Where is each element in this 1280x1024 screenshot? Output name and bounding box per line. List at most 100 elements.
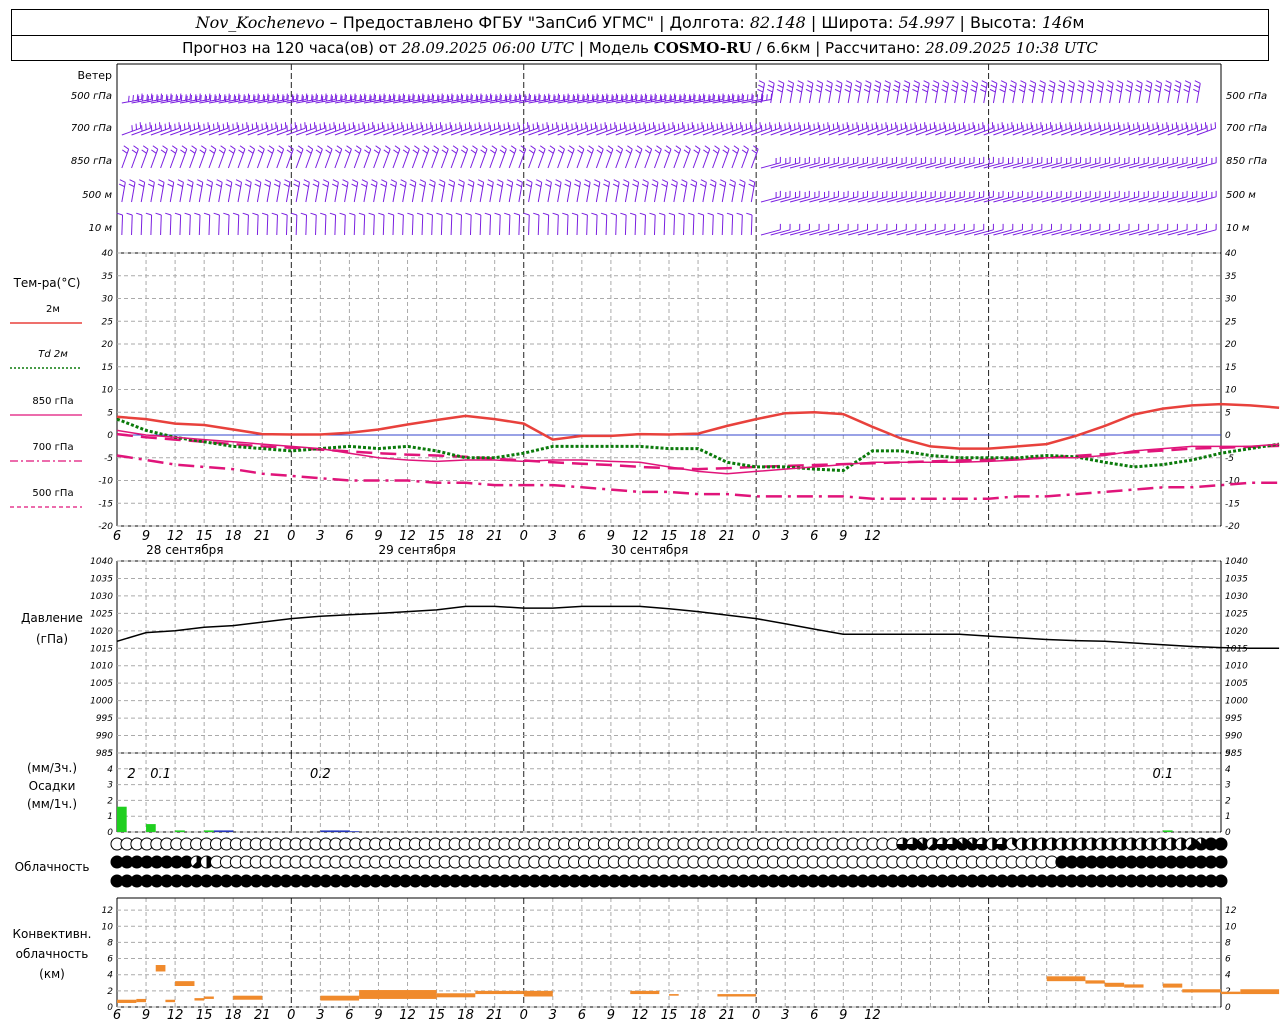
- wind-barb-feather: [150, 93, 153, 100]
- wind-barb: [789, 162, 810, 169]
- wind-barb-feather: [836, 80, 843, 84]
- wind-barb: [1070, 196, 1091, 203]
- time-tick-label: 9: [374, 529, 382, 544]
- wind-barb-feather: [611, 94, 613, 101]
- wind-barb-feather: [720, 179, 726, 183]
- wind-barb-feather: [452, 145, 459, 150]
- wind-barb-feather: [1097, 84, 1103, 89]
- wind-barb-feather: [354, 93, 356, 100]
- wind-barb-feather: [477, 183, 484, 188]
- wind-barb-feather: [418, 95, 421, 102]
- wind-barb: [722, 127, 742, 136]
- wind-barb-feather: [602, 95, 605, 102]
- wind-barb-feather: [675, 145, 681, 150]
- wind-barb-feather: [547, 93, 550, 100]
- wind-barb: [440, 214, 443, 236]
- wind-barb-feather: [160, 93, 162, 100]
- wind-barb-feather: [709, 183, 716, 188]
- wind-barb-feather: [564, 183, 571, 188]
- wind-barb: [915, 196, 936, 203]
- precip-1h-bar: [330, 830, 340, 832]
- wind-barb-feather: [489, 93, 492, 100]
- time-tick-label: 6: [578, 529, 586, 544]
- wind-barb-feather: [796, 88, 802, 93]
- wind-barb-feather: [220, 145, 226, 150]
- tick-label-left: 0: [107, 828, 113, 838]
- wind-barb: [644, 214, 646, 236]
- wind-barb: [1061, 196, 1081, 203]
- wind-barb-feather: [1009, 88, 1015, 93]
- wind-barb-feather: [737, 94, 739, 101]
- wind-barb: [877, 196, 897, 203]
- wind-barb: [906, 127, 926, 136]
- wind-barb-feather: [499, 149, 506, 154]
- wind-barb-feather: [484, 212, 491, 216]
- wind-barb-feather: [307, 145, 313, 150]
- time-tick-label: 12: [167, 1008, 184, 1023]
- wind-barb-feather: [148, 179, 155, 183]
- wind-barb-feather: [574, 183, 580, 188]
- wind-barb-feather: [746, 94, 749, 101]
- time-tick-label: 18: [225, 529, 242, 544]
- wind-barb-feather: [942, 84, 948, 89]
- wind-barb: [1138, 127, 1158, 136]
- wind-barb-feather: [184, 212, 191, 216]
- wind-barb-feather: [209, 149, 215, 154]
- precip-title: Осадки: [29, 779, 76, 793]
- wind-barb: [906, 196, 926, 203]
- wind-barb-feather: [460, 149, 467, 154]
- wind-barb-feather: [664, 149, 670, 154]
- wind-barb-feather: [712, 93, 714, 100]
- wind-barb-feather: [825, 84, 832, 89]
- wind-barb: [1051, 162, 1071, 169]
- wind-barb: [1148, 162, 1168, 169]
- wind-barb-feather: [398, 94, 400, 101]
- wind-barb-feather: [303, 179, 310, 183]
- wind-barb-feather: [374, 95, 377, 102]
- wind-barb: [489, 214, 492, 236]
- wind-barb: [227, 214, 230, 236]
- wind-barb-feather: [751, 93, 753, 100]
- wind-barb-feather: [844, 88, 851, 93]
- wind-barb: [1090, 127, 1110, 136]
- tick-label-right: 10: [1225, 386, 1237, 396]
- wind-barb-feather: [410, 179, 417, 183]
- wind-barb-feather: [573, 95, 576, 102]
- wind-barb: [1148, 127, 1168, 136]
- wind-barb: [576, 127, 596, 136]
- wind-barb: [760, 162, 781, 169]
- wind-barb-feather: [542, 212, 549, 216]
- wind-barb-feather: [448, 183, 455, 188]
- wind-barb-feather: [1165, 80, 1172, 84]
- wind-barb-feather: [816, 84, 823, 89]
- wind-barb: [276, 214, 278, 236]
- tick-label-left: 1025: [90, 609, 113, 619]
- wind-barb: [751, 127, 771, 136]
- wind-barb-feather: [185, 94, 187, 101]
- wind-barb-feather: [1144, 88, 1151, 93]
- wind-barb: [663, 127, 684, 136]
- wind-barb-feather: [1087, 84, 1094, 89]
- wind-barb-feather: [615, 93, 618, 100]
- wind-row-3: [118, 179, 1217, 203]
- wind-barb-feather: [451, 149, 457, 154]
- tick-label-left: 40: [102, 249, 114, 259]
- wind-barb-feather: [384, 145, 391, 150]
- wind-barb-feather: [999, 88, 1006, 93]
- wind-barb-feather: [361, 179, 368, 183]
- wind-barb-feather: [470, 149, 477, 154]
- wind-barb: [828, 196, 849, 203]
- wind-barb-feather: [703, 149, 709, 154]
- wind-barb-feather: [151, 95, 154, 102]
- wind-barb: [295, 127, 316, 136]
- tick-label-left: 5: [107, 408, 113, 418]
- wind-barb: [208, 127, 228, 136]
- wind-barb-feather: [739, 179, 746, 183]
- wind-barb: [1080, 127, 1100, 136]
- wind-barb: [557, 127, 577, 136]
- wind-barb: [596, 127, 616, 136]
- wind-level-label: 500 гПа: [1226, 91, 1267, 102]
- wind-barb-feather: [181, 145, 188, 150]
- wind-barb-feather: [248, 95, 251, 102]
- wind-barb-feather: [443, 145, 449, 150]
